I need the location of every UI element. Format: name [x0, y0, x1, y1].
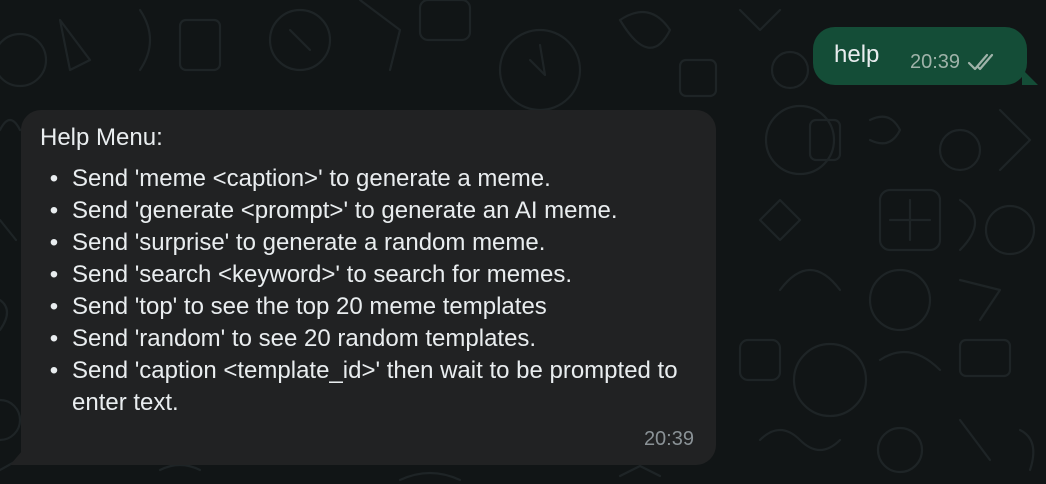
- bullet: •: [49, 325, 59, 352]
- help-menu-item: • Send 'surprise' to generate a random me…: [50, 227, 702, 259]
- incoming-bubble-tail: [10, 451, 22, 465]
- help-menu-item-text: Send 'caption <template_id>' then wait t…: [72, 357, 678, 416]
- outgoing-message-text: help: [834, 41, 880, 68]
- bullet: •: [49, 261, 59, 288]
- bullet: •: [49, 165, 59, 192]
- outgoing-message-bubble[interactable]: help 20:39: [813, 27, 1038, 85]
- help-menu-item-text: Send 'surprise' to generate a random mem…: [72, 229, 546, 256]
- help-menu-item-text: Send 'generate <prompt>' to generate an …: [72, 197, 618, 224]
- outgoing-message-time: 20:39: [910, 51, 961, 73]
- incoming-message-bubble[interactable]: Help Menu: • Send 'meme <caption>' to gen…: [10, 110, 716, 465]
- help-menu-item: • Send 'generate <prompt>' to generate an…: [50, 195, 702, 227]
- help-menu-item-text: Send 'meme <caption>' to generate a meme…: [72, 165, 551, 192]
- help-menu-item: • Send 'meme <caption>' to generate a mem…: [50, 163, 702, 195]
- help-menu-item: • Send 'search <keyword>' to search for m…: [50, 259, 702, 291]
- bullet: •: [49, 357, 59, 384]
- outgoing-message-meta: 20:39: [910, 50, 999, 74]
- bullet: •: [49, 229, 59, 256]
- help-menu-item-text: Send 'top' to see the top 20 meme templa…: [72, 293, 547, 320]
- double-check-icon: [967, 53, 994, 71]
- help-menu-item-text: Send 'random' to see 20 random templates…: [72, 325, 537, 352]
- outgoing-bubble-tail: [1022, 69, 1038, 85]
- bullet: •: [49, 293, 59, 320]
- incoming-message-time: 20:39: [643, 428, 694, 450]
- help-menu-list: • Send 'meme <caption>' to generate a mem…: [40, 163, 702, 419]
- help-menu-item: • Send 'top' to see the top 20 meme templ…: [50, 291, 702, 323]
- help-menu-item-text: Send 'search <keyword>' to search for me…: [72, 261, 573, 288]
- help-menu-heading: Help Menu:: [40, 124, 163, 151]
- help-menu-item: • Send 'random' to see 20 random template…: [50, 323, 702, 355]
- help-menu-item: • Send 'caption <template_id>' then wait …: [50, 355, 702, 419]
- bullet: •: [49, 197, 59, 224]
